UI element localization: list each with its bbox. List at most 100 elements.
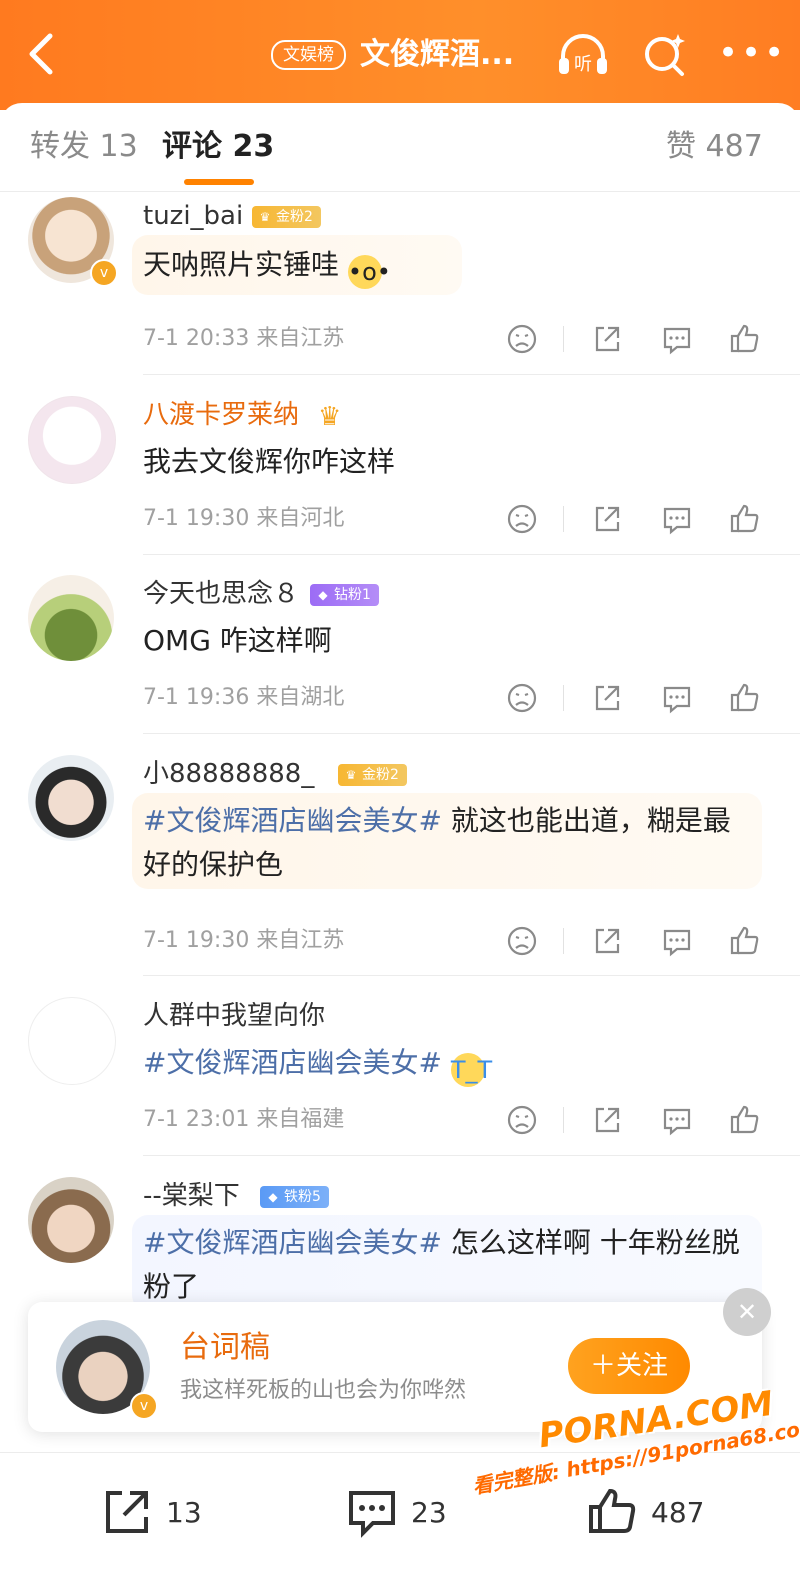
username[interactable]: 人群中我望向你 [143,999,325,1033]
avatar[interactable] [28,755,114,841]
verified-icon: v [130,1392,158,1420]
hashtag-link[interactable]: #文俊辉酒店幽会美女# [143,1046,442,1079]
top-bar: 文娱榜 文俊辉酒... 听 ••• [0,0,800,110]
action-separator [563,326,564,352]
suggested-user-name[interactable]: 台词稿 [180,1328,270,1368]
action-separator [563,685,564,711]
hashtag-link[interactable]: #文俊辉酒店幽会美女# [143,804,442,837]
comment-item: 今天也思念８ ◆ 钻粉1 OMG 咋这样啊 7-1 19:36 来自湖北 [0,575,800,733]
dislike-icon[interactable] [505,924,539,958]
listen-icon[interactable]: 听 [555,30,611,80]
bottom-action-bar: 13 23 487 [0,1452,800,1588]
like-button[interactable]: 487 [585,1485,715,1541]
comment-item: v tuzi_bai ♛ 金粉2 天呐照片实锤哇 •o• 7-1 20:33 来自… [0,197,800,375]
fan-badge[interactable]: ♛ 金粉2 [338,764,407,786]
surprised-emoji-icon: •o• [347,255,391,289]
like-icon[interactable] [728,1103,762,1137]
page-title[interactable]: 文俊辉酒... [360,33,514,77]
crying-emoji-icon: T_T [450,1053,492,1087]
username[interactable]: 小88888888_ [143,757,314,791]
diamond-icon: ◆ [268,1190,278,1204]
dislike-icon[interactable] [505,1103,539,1137]
share-icon[interactable] [590,681,624,715]
dislike-icon[interactable] [505,681,539,715]
follow-button[interactable]: ＋关注 [568,1338,690,1394]
suggested-user-bio: 我这样死板的山也会为你哗然 [180,1378,467,1403]
comment-text: #文俊辉酒店幽会美女# T_T [143,1041,743,1087]
divider [143,733,800,734]
share-icon[interactable] [590,924,624,958]
action-separator [563,928,564,954]
dislike-icon[interactable] [505,322,539,356]
back-icon[interactable] [22,30,62,78]
avatar[interactable] [28,396,116,484]
close-icon[interactable]: ✕ [723,1288,771,1336]
avatar[interactable] [28,575,114,661]
comment-text: 我去文俊辉你咋这样 [143,445,396,478]
share-icon[interactable] [590,322,624,356]
comment-meta: 7-1 19:30 来自河北 [143,506,345,531]
divider [143,975,800,976]
like-count: 487 [651,1496,705,1529]
repost-count: 13 [166,1496,202,1529]
comment-text: OMG 咋这样啊 [143,624,332,657]
fan-badge-label: 钻粉1 [334,587,371,603]
topic-tag-pill[interactable]: 文娱榜 [271,40,346,70]
username[interactable]: 今天也思念８ [143,577,299,611]
avatar[interactable] [28,1177,114,1263]
username[interactable]: tuzi_bai [143,199,243,233]
fan-badge-label: 铁粉5 [284,1189,321,1205]
divider [143,554,800,555]
comment-button[interactable]: 23 [345,1485,455,1541]
comment-text-content: 天呐照片实锤哇 [143,248,340,281]
reply-icon[interactable] [660,322,694,356]
comment-item: 八渡卡罗莱纳 ♛ 我去文俊辉你咋这样 7-1 19:30 来自河北 [0,396,800,554]
dislike-icon[interactable] [505,502,539,536]
fan-badge[interactable]: ♛ 金粉2 [252,206,321,228]
action-separator [563,1107,564,1133]
crown-icon: ♛ [345,768,357,782]
active-tab-indicator [184,179,254,185]
comment-text: #文俊辉酒店幽会美女# 就这也能出道，糊是最好的保护色 [143,799,743,887]
crown-icon: ♛ [318,402,342,432]
comment-text: 天呐照片实锤哇 •o• [143,243,743,289]
fan-badge[interactable]: ◆ 铁粉5 [260,1186,329,1208]
username[interactable]: --棠梨下 [143,1179,240,1213]
like-icon[interactable] [728,322,762,356]
comment-item: --棠梨下 ◆ 铁粉5 #文俊辉酒店幽会美女# 怎么这样啊 十年粉丝脱粉了 [0,1177,800,1311]
comment-count: 23 [411,1496,447,1529]
like-icon[interactable] [728,681,762,715]
more-icon[interactable]: ••• [718,36,784,70]
divider [143,1155,800,1156]
tab-likes[interactable]: 赞 487 [666,127,763,167]
tab-comments[interactable]: 评论 23 [162,127,274,167]
reply-icon[interactable] [660,924,694,958]
comment-item: 人群中我望向你 #文俊辉酒店幽会美女# T_T 7-1 23:01 来自福建 [0,997,800,1155]
comment-icon [349,1491,395,1538]
comment-meta: 7-1 23:01 来自福建 [143,1107,345,1132]
hashtag-link[interactable]: #文俊辉酒店幽会美女# [143,1226,442,1259]
fan-badge-label: 金粉2 [276,209,313,225]
tab-reposts[interactable]: 转发 13 [30,127,138,167]
search-icon[interactable] [640,28,688,80]
reply-icon[interactable] [660,502,694,536]
repost-icon [106,1491,148,1533]
comment-meta: 7-1 20:33 来自江苏 [143,326,345,351]
username[interactable]: 八渡卡罗莱纳 [143,398,299,432]
diamond-icon: ◆ [318,588,328,602]
like-icon[interactable] [728,502,762,536]
fan-badge-label: 金粉2 [362,767,399,783]
avatar[interactable] [28,997,116,1085]
reply-icon[interactable] [660,1103,694,1137]
repost-button[interactable]: 13 [100,1485,210,1541]
like-icon [589,1488,636,1533]
fan-badge[interactable]: ◆ 钻粉1 [310,584,379,606]
tab-bar: 转发 13 评论 23 赞 487 [0,103,800,192]
action-separator [563,506,564,532]
share-icon[interactable] [590,502,624,536]
like-icon[interactable] [728,924,762,958]
share-icon[interactable] [590,1103,624,1137]
reply-icon[interactable] [660,681,694,715]
divider [143,374,800,375]
comment-text: #文俊辉酒店幽会美女# 怎么这样啊 十年粉丝脱粉了 [143,1221,743,1309]
